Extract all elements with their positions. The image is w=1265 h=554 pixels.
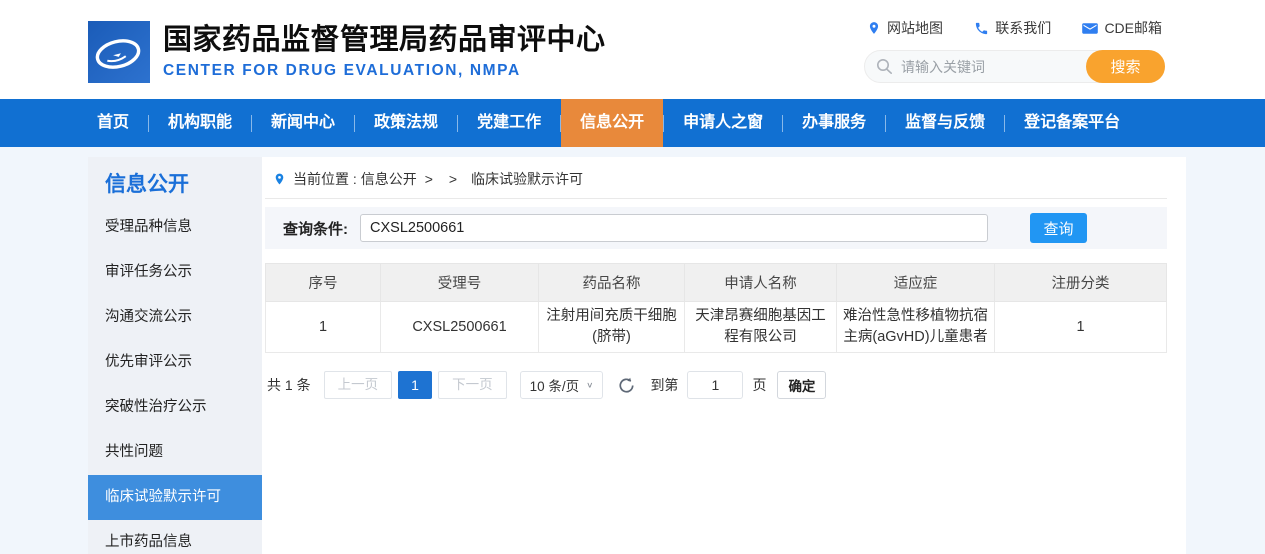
nav-item-party-building[interactable]: 党建工作 [458,99,560,147]
nav-item-home[interactable]: 首页 [78,99,148,147]
mail-icon [1082,22,1098,35]
mailbox-link[interactable]: CDE邮箱 [1082,18,1162,38]
sidebar-item-review-tasks[interactable]: 审评任务公示 [88,250,262,295]
chevron-down-icon: ∨ [586,381,593,390]
cde-logo-icon [88,21,150,83]
breadcrumb-separator: > > [425,171,463,187]
cell-registration-class: 1 [995,302,1167,353]
sidebar-item-priority-review[interactable]: 优先审评公示 [88,340,262,385]
brand: 国家药品监督管理局药品审评中心 CENTER FOR DRUG EVALUATI… [88,21,606,83]
next-page-button[interactable]: 下一页 [438,371,507,399]
nav-item-info-disclosure[interactable]: 信息公开 [561,99,663,147]
sitemap-link-label: 网站地图 [887,18,943,38]
sidebar-item-common-issues[interactable]: 共性问题 [88,430,262,475]
site-title: 国家药品监督管理局药品审评中心 [163,24,606,57]
phone-icon [974,21,989,36]
nav-item-registration-platform[interactable]: 登记备案平台 [1005,99,1139,147]
nav-item-policies[interactable]: 政策法规 [355,99,457,147]
col-header-acceptance-no: 受理号 [381,264,539,302]
nav-item-news[interactable]: 新闻中心 [252,99,354,147]
nav-item-applicant-window[interactable]: 申请人之窗 [664,99,782,147]
page-body: 信息公开 受理品种信息 审评任务公示 沟通交流公示 优先审评公示 突破性治疗公示… [0,147,1265,554]
nav-item-functions[interactable]: 机构职能 [149,99,251,147]
contact-link-label: 联系我们 [995,18,1051,38]
col-header-applicant: 申请人名称 [685,264,837,302]
site-header: 国家药品监督管理局药品审评中心 CENTER FOR DRUG EVALUATI… [0,0,1265,99]
sitemap-link[interactable]: 网站地图 [867,18,943,38]
query-input[interactable] [360,214,988,242]
breadcrumb-label: 当前位置 : [293,169,357,189]
location-pin-icon [273,171,286,187]
site-search: 搜索 [864,50,1165,83]
confirm-button[interactable]: 确定 [777,371,826,399]
query-button[interactable]: 查询 [1030,213,1087,243]
refresh-icon[interactable] [618,377,635,394]
map-pin-icon [867,20,881,36]
page-size-select[interactable]: 10 条/页 ∨ [520,371,604,399]
breadcrumb-section[interactable]: 信息公开 [361,169,417,189]
pagination-total: 共 1 条 [267,375,311,395]
results-table: 序号 受理号 药品名称 申请人名称 适应症 注册分类 1 CXSL2500661… [265,263,1167,353]
mailbox-link-label: CDE邮箱 [1104,18,1162,38]
col-header-indication: 适应症 [837,264,995,302]
content-container: 信息公开 受理品种信息 审评任务公示 沟通交流公示 优先审评公示 突破性治疗公示… [88,157,1186,554]
site-subtitle: CENTER FOR DRUG EVALUATION, NMPA [163,62,606,80]
nav-item-services[interactable]: 办事服务 [783,99,885,147]
cell-indication: 难治性急性移植物抗宿主病(aGvHD)儿童患者 [837,302,995,353]
main-nav: 首页 机构职能 新闻中心 政策法规 党建工作 信息公开 申请人之窗 办事服务 监… [0,99,1265,147]
cell-drug-name: 注射用间充质干细胞(脐带) [539,302,685,353]
page-number-1[interactable]: 1 [398,371,432,399]
table-row: 1 CXSL2500661 注射用间充质干细胞(脐带) 天津昂赛细胞基因工程有限… [266,302,1167,353]
col-header-index: 序号 [266,264,381,302]
quick-links: 网站地图 联系我们 CDE邮箱 [864,17,1165,39]
cell-acceptance-no: CXSL2500661 [381,302,539,353]
search-button[interactable]: 搜索 [1086,50,1165,83]
pagination: 共 1 条 上一页 1 下一页 10 条/页 ∨ 到第 页 确定 [265,371,1167,399]
goto-page-unit: 页 [752,375,766,395]
nav-item-supervision-feedback[interactable]: 监督与反馈 [886,99,1004,147]
contact-link[interactable]: 联系我们 [974,18,1051,38]
header-right: 网站地图 联系我们 CDE邮箱 搜索 [864,17,1165,83]
sidebar-title: 信息公开 [88,173,262,197]
table-header-row: 序号 受理号 药品名称 申请人名称 适应症 注册分类 [266,264,1167,302]
breadcrumb: 当前位置 : 信息公开 > > 临床试验默示许可 [265,159,1167,199]
brand-text: 国家药品监督管理局药品审评中心 CENTER FOR DRUG EVALUATI… [163,24,606,79]
prev-page-button[interactable]: 上一页 [324,371,393,399]
sidebar-item-communication[interactable]: 沟通交流公示 [88,295,262,340]
sidebar-item-accepted-varieties[interactable]: 受理品种信息 [88,205,262,250]
sidebar: 信息公开 受理品种信息 审评任务公示 沟通交流公示 优先审评公示 突破性治疗公示… [88,157,262,554]
search-icon [876,58,893,75]
sidebar-item-breakthrough-therapy[interactable]: 突破性治疗公示 [88,385,262,430]
page-size-value: 10 条/页 [530,375,580,395]
sidebar-item-marketed-drugs[interactable]: 上市药品信息 [88,520,262,554]
query-label: 查询条件: [283,218,348,239]
goto-page-input[interactable] [687,371,743,399]
col-header-registration-class: 注册分类 [995,264,1167,302]
sidebar-item-clinical-trial-implied-license[interactable]: 临床试验默示许可 [88,475,262,520]
main-content: 当前位置 : 信息公开 > > 临床试验默示许可 查询条件: 查询 序号 受理号… [262,157,1187,554]
cell-index: 1 [266,302,381,353]
cell-applicant: 天津昂赛细胞基因工程有限公司 [685,302,837,353]
query-bar: 查询条件: 查询 [265,207,1167,249]
col-header-drug-name: 药品名称 [539,264,685,302]
goto-page-label: 到第 [650,375,678,395]
breadcrumb-current: 临床试验默示许可 [471,169,583,189]
